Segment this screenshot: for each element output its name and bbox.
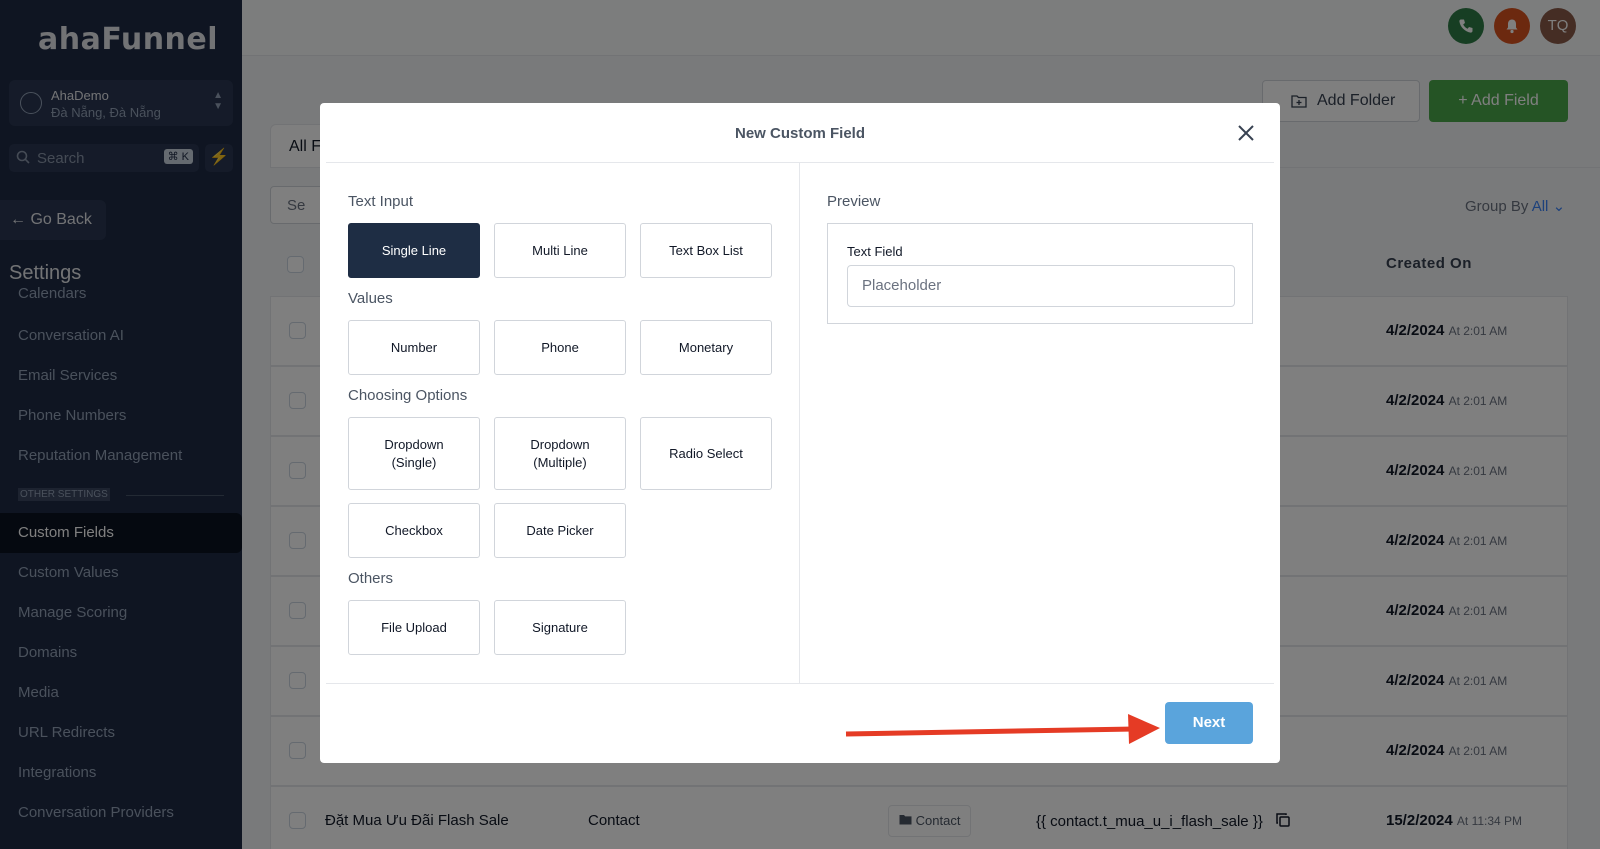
option-number[interactable]: Number [348, 320, 480, 375]
option-monetary[interactable]: Monetary [640, 320, 772, 375]
option-text-box-list[interactable]: Text Box List [640, 223, 772, 278]
option-signature[interactable]: Signature [494, 600, 626, 655]
preview-text-input[interactable]: Placeholder [847, 265, 1235, 307]
modal-column-divider [799, 163, 800, 683]
preview-box: Text Field Placeholder [827, 223, 1253, 324]
group-label-text-input: Text Input [348, 193, 414, 210]
modal-title: New Custom Field [734, 125, 865, 142]
option-dropdown-multiple[interactable]: Dropdown (Multiple) [494, 417, 626, 490]
group-label-values: Values [348, 290, 393, 307]
option-single-line[interactable]: Single Line [348, 223, 480, 278]
option-multi-line[interactable]: Multi Line [494, 223, 626, 278]
option-file-upload[interactable]: File Upload [348, 600, 480, 655]
option-dropdown-single[interactable]: Dropdown (Single) [348, 417, 480, 490]
modal-footer-divider [326, 683, 1274, 684]
next-button[interactable]: Next [1165, 702, 1253, 744]
option-checkbox[interactable]: Checkbox [348, 503, 480, 558]
group-label-others: Others [348, 570, 394, 587]
preview-label: Preview [827, 193, 881, 210]
preview-field-label: Text Field [847, 244, 903, 259]
option-phone[interactable]: Phone [494, 320, 626, 375]
new-custom-field-modal: New Custom Field Text Input Single Line … [320, 103, 1280, 763]
option-date-picker[interactable]: Date Picker [494, 503, 626, 558]
modal-header-divider [326, 162, 1274, 163]
group-label-choosing-options: Choosing Options [348, 387, 468, 404]
option-radio-select[interactable]: Radio Select [640, 417, 772, 490]
close-icon[interactable] [1234, 121, 1258, 145]
